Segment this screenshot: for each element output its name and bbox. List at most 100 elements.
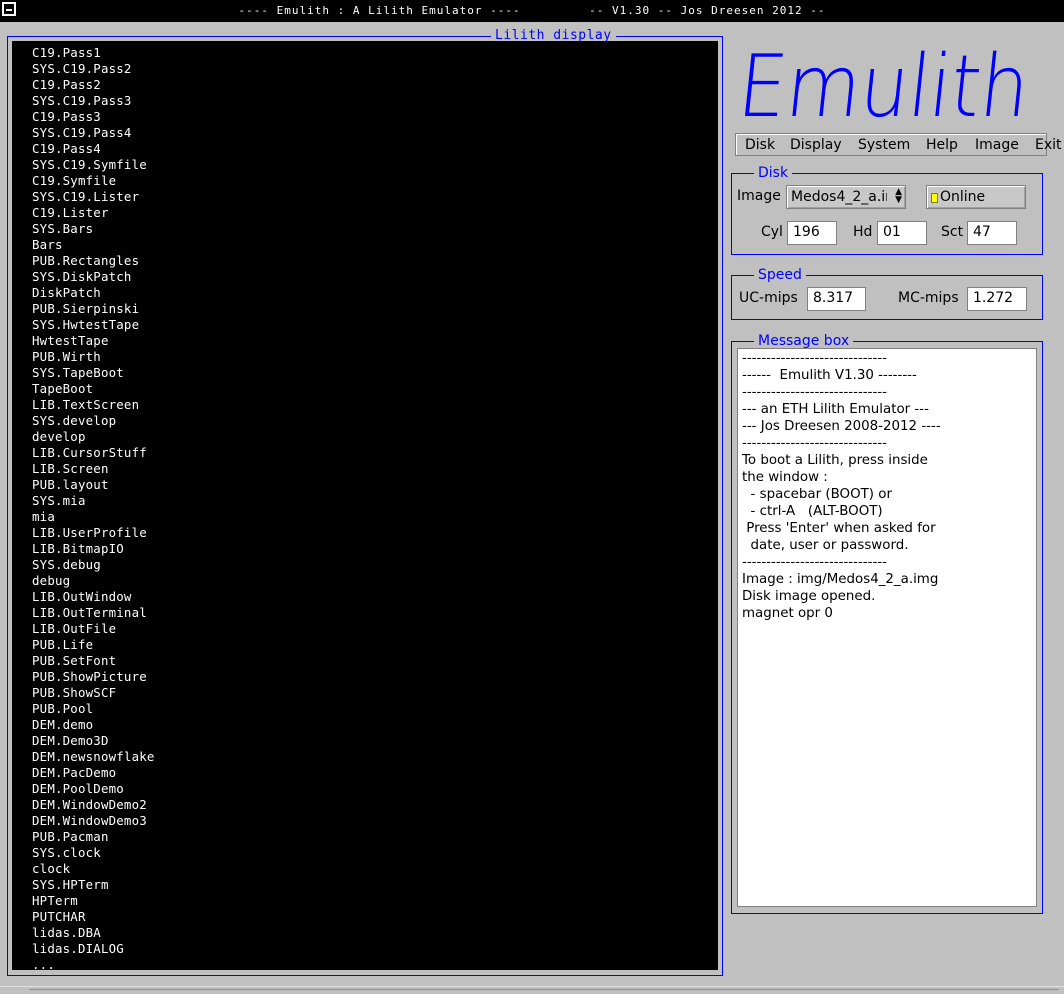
hd-field[interactable]: 01 [877, 221, 927, 245]
file-list-item: C19.Symfile [32, 173, 117, 188]
message-line: ------------------------------ [742, 385, 887, 400]
file-list-item: HPTerm [32, 893, 78, 908]
file-list-item: DEM.newsnowflake [32, 749, 155, 764]
file-list-item: SYS.debug [32, 557, 101, 572]
file-list-item: PUB.Pacman [32, 829, 109, 844]
select-arrows-icon: ▲ ▼ [895, 187, 902, 205]
menu-exit[interactable]: Exit [1035, 136, 1062, 154]
file-list-item: debug [32, 573, 71, 588]
disk-panel: Disk Image Medos4_2_a.img ▲▼ Online Cyl … [731, 165, 1043, 255]
file-list-item: SYS.C19.Pass4 [32, 125, 132, 140]
file-list-item: clock [32, 861, 71, 876]
hd-label: Hd [853, 224, 873, 240]
emulith-logo: Emulith [735, 37, 1034, 128]
uc-mips-field[interactable]: 8.317 [807, 287, 866, 311]
file-list-item: LIB.TextScreen [32, 397, 140, 412]
file-list-item: TapeBoot [32, 381, 94, 396]
menu-help[interactable]: Help [926, 136, 958, 154]
file-list-item: LIB.OutFile [32, 621, 117, 636]
speed-panel: Speed UC-mips 8.317 MC-mips 1.272 [731, 267, 1043, 320]
window-title: ---- Emulith : A Lilith Emulator ---- --… [238, 4, 826, 17]
online-indicator-icon [931, 193, 938, 203]
file-list-item: LIB.OutWindow [32, 589, 132, 604]
menu-system[interactable]: System [858, 136, 910, 154]
sct-field[interactable]: 47 [967, 221, 1017, 245]
file-list-item: SYS.develop [32, 413, 117, 428]
file-list-item: DEM.demo [32, 717, 94, 732]
file-list-item: SYS.C19.Symfile [32, 157, 147, 172]
file-list-item: C19.Lister [32, 205, 109, 220]
online-label: Online [940, 189, 986, 205]
file-list-item: C19.Pass1 [32, 45, 101, 60]
file-list-item: develop [32, 429, 86, 444]
file-list-item: SYS.C19.Pass2 [32, 61, 132, 76]
mc-mips-field[interactable]: 1.272 [967, 287, 1027, 311]
file-list-item: Bars [32, 237, 63, 252]
message-panel: Message box ----------------------------… [731, 333, 1043, 914]
file-list-item: ... [32, 957, 55, 970]
message-line: Image : img/Medos4_2_a.img [742, 572, 939, 587]
file-list-item: LIB.Screen [32, 461, 109, 476]
file-list-item: SYS.Bars [32, 221, 94, 236]
logo-text: Emulith [735, 37, 1034, 128]
image-select[interactable]: Medos4_2_a.img ▲▼ [786, 185, 906, 209]
file-list-item: PUB.ShowSCF [32, 685, 117, 700]
lilith-display-panel: Lilith display C19.Pass1 SYS.C19.Pass2 C19… [7, 28, 723, 976]
file-list-item: LIB.UserProfile [32, 525, 147, 540]
file-list-item: PUTCHAR [32, 909, 86, 924]
menu-bar: Disk Display System Help Image Exit [735, 133, 1062, 156]
file-list-item: PUB.Wirth [32, 349, 101, 364]
file-list-item: PUB.Rectangles [32, 253, 140, 268]
menu-display[interactable]: Display [790, 136, 842, 154]
menu-disk[interactable]: Disk [745, 136, 775, 154]
file-list-item: SYS.C19.Lister [32, 189, 140, 204]
file-list-item: DiskPatch [32, 285, 101, 300]
title-bar[interactable]: ---- Emulith : A Lilith Emulator ---- --… [0, 0, 1064, 22]
file-list-item: DEM.Demo3D [32, 733, 109, 748]
disk-panel-title: Disk [754, 165, 793, 181]
file-list-item: SYS.DiskPatch [32, 269, 132, 284]
file-list-item: SYS.HPTerm [32, 877, 109, 892]
message-line: To boot a Lilith, press inside [742, 453, 928, 468]
file-list-item: lidas.DBA [32, 925, 101, 940]
file-list-item: C19.Pass4 [32, 141, 101, 156]
file-list-item: SYS.mia [32, 493, 86, 508]
online-button[interactable]: Online [926, 185, 1026, 209]
file-list-item: mia [32, 509, 55, 524]
file-list-item: lidas.DIALOG [32, 941, 124, 956]
lilith-screen[interactable]: C19.Pass1 SYS.C19.Pass2 C19.Pass2 SYS.C19.P… [12, 41, 718, 970]
file-list-item: PUB.Life [32, 637, 94, 652]
file-list-item: HwtestTape [32, 333, 109, 348]
sct-label: Sct [941, 224, 964, 240]
message-box[interactable]: ------------------------------ ------ Emu… [737, 348, 1037, 907]
file-list-item: DEM.WindowDemo3 [32, 813, 147, 828]
message-line: --- an ETH Lilith Emulator --- [742, 402, 929, 417]
file-list-item: LIB.BitmapIO [32, 541, 124, 556]
file-list-item: SYS.clock [32, 845, 101, 860]
message-line: date, user or password. [742, 538, 909, 553]
file-list-item: PUB.Pool [32, 701, 94, 716]
file-list: C19.Pass1 SYS.C19.Pass2 C19.Pass2 SYS.C19.P… [32, 45, 155, 970]
message-line: ------------------------------ [742, 555, 887, 570]
uc-mips-label: UC-mips [739, 290, 798, 306]
file-list-item: PUB.SetFont [32, 653, 117, 668]
cyl-field[interactable]: 196 [787, 221, 837, 245]
file-list-item: C19.Pass2 [32, 77, 101, 92]
file-list-item: DEM.PacDemo [32, 765, 117, 780]
message-line: Disk image opened. [742, 589, 876, 604]
cyl-label: Cyl [761, 224, 783, 240]
file-list-item: PUB.ShowPicture [32, 669, 147, 684]
file-list-item: SYS.HwtestTape [32, 317, 140, 332]
file-list-item: PUB.layout [32, 477, 109, 492]
image-label: Image [737, 188, 781, 204]
message-line: ------------------------------ [742, 351, 887, 366]
message-line: the window : [742, 470, 828, 485]
message-line: - ctrl-A (ALT-BOOT) [742, 504, 883, 519]
message-line: magnet opr 0 [742, 606, 833, 621]
file-list-item: LIB.OutTerminal [32, 605, 147, 620]
menu-image[interactable]: Image [975, 136, 1019, 154]
image-select-value: Medos4_2_a.img [791, 189, 887, 205]
file-list-item: DEM.WindowDemo2 [32, 797, 147, 812]
file-list-item: SYS.TapeBoot [32, 365, 124, 380]
message-line: Press 'Enter' when asked for [742, 521, 936, 536]
